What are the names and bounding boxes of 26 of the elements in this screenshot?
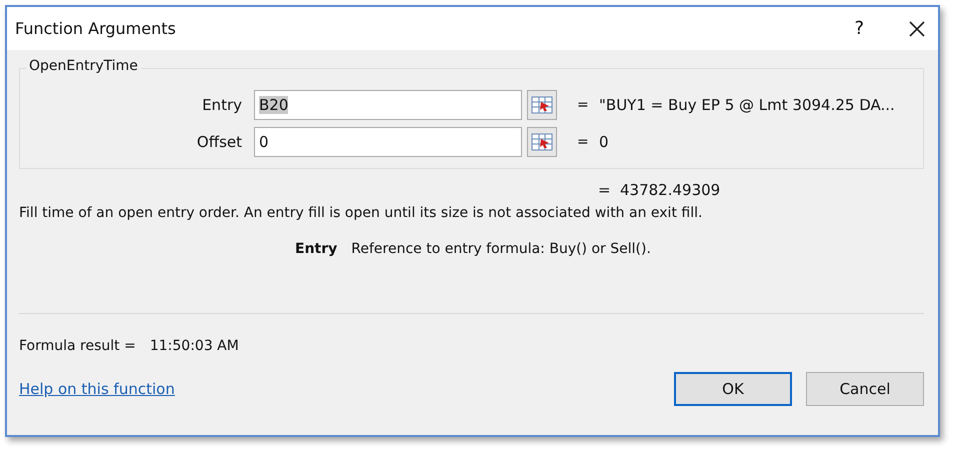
equals-sign: = [577, 97, 590, 113]
argument-value: 0 [599, 133, 609, 151]
dialog-button[interactable]: OK [674, 372, 792, 406]
equals-sign: = [577, 134, 590, 150]
range-picker-button[interactable] [527, 90, 557, 120]
argument-value: "BUY1 = Buy EP 5 @ Lmt 3094.25 DA... [599, 96, 895, 114]
argument-description: Reference to entry formula: Buy() or Sell(). [351, 241, 651, 257]
formula-result-value: 11:50:03 AM [150, 338, 239, 354]
argument-label: Entry [201, 96, 243, 114]
function-value: 43782.49309 [620, 181, 720, 199]
grid-icon [531, 96, 553, 114]
window-title: Function Arguments [15, 19, 177, 38]
function-description: Fill time of an open entry order. An entry fill is open until its size is not associated with an exit fill. [19, 205, 704, 221]
help-link[interactable]: Help on this function [19, 380, 660, 398]
argument-label: Offset [196, 133, 243, 151]
argument-field[interactable]: B20 [254, 90, 522, 120]
grid-icon [531, 133, 553, 151]
equals-sign: = [598, 181, 612, 199]
function-name: OpenEntryTime [26, 58, 141, 74]
range-picker-button[interactable] [527, 127, 557, 157]
help-button[interactable]: ? [854, 18, 864, 39]
close-icon[interactable] [908, 20, 926, 38]
formula-result-label: Formula result = [19, 338, 136, 354]
argument-field[interactable]: 0 [254, 127, 522, 157]
dialog-button[interactable]: Cancel [806, 372, 924, 406]
argument-name: Entry [295, 241, 338, 257]
